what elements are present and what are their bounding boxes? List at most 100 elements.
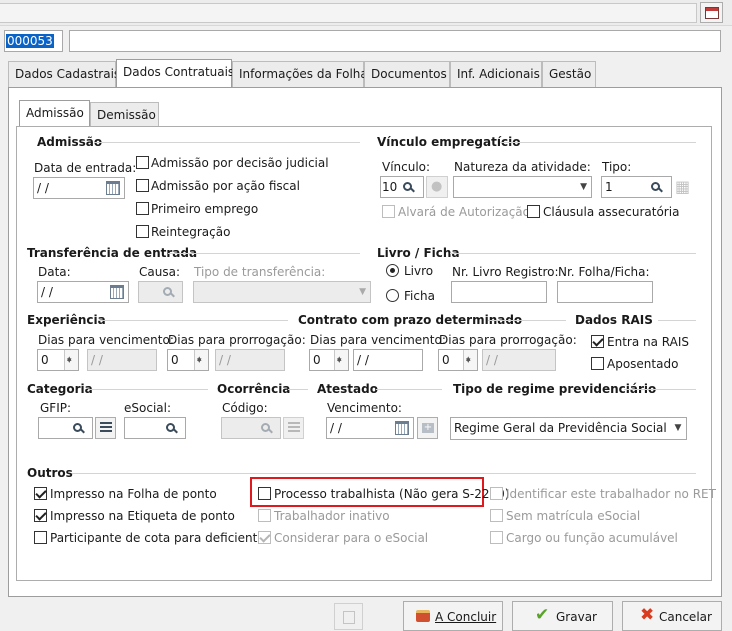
vinculo-field[interactable]: 10	[380, 176, 424, 198]
categoria-divider	[88, 389, 208, 390]
identificar-ret-checkbox[interactable]	[490, 487, 503, 500]
trabalhador-inativo-label: Trabalhador inativo	[274, 509, 390, 523]
concluir-button[interactable]: A Concluir	[403, 601, 503, 631]
stepper-arrows[interactable]	[334, 350, 348, 370]
concluir-label: A Concluir	[435, 610, 497, 624]
employee-code-field[interactable]: 000053	[4, 30, 63, 52]
vinculo-add-button[interactable]: ●	[426, 176, 448, 198]
search-icon[interactable]	[403, 182, 412, 191]
trabalhador-inativo-checkbox[interactable]	[258, 509, 271, 522]
ficha-radio[interactable]	[386, 289, 399, 302]
stepper-arrows[interactable]	[194, 350, 208, 370]
clausula-checkbox[interactable]	[527, 205, 540, 218]
codigo-list-button[interactable]	[283, 417, 304, 439]
calendar-icon[interactable]	[106, 181, 120, 195]
tipo-value: 1	[605, 180, 613, 194]
search-icon[interactable]	[166, 423, 175, 432]
considerar-esocial-label: Considerar para o eSocial	[274, 531, 429, 545]
copy-button[interactable]	[334, 603, 363, 630]
tipo-transferencia-dropdown[interactable]: ▼	[193, 281, 371, 303]
stepper-arrows[interactable]	[463, 350, 477, 370]
causa-field[interactable]	[138, 281, 183, 303]
sem-matricula-checkbox[interactable]	[490, 509, 503, 522]
close-icon: ✖	[640, 605, 655, 625]
data-entrada-field[interactable]: / /	[33, 177, 125, 199]
top-bar-field[interactable]	[0, 3, 697, 23]
atestado-add-button[interactable]: +	[417, 417, 438, 439]
printer-icon	[416, 610, 430, 622]
gfip-field[interactable]	[38, 417, 93, 439]
considerar-esocial-checkbox[interactable]	[258, 531, 271, 544]
ocorrencia-section-title: Ocorrência	[217, 382, 291, 396]
data-entrada-value: / /	[37, 181, 49, 195]
stepper-arrows[interactable]	[64, 350, 78, 370]
esocial-field[interactable]	[124, 417, 186, 439]
alvara-label: Alvará de Autorização	[398, 205, 530, 219]
regime-dropdown[interactable]: Regime Geral da Previdência Social (RGP …	[450, 417, 687, 440]
atestado-venc-field[interactable]: / /	[326, 417, 414, 439]
contrato-divider	[488, 320, 566, 321]
regime-divider	[624, 389, 696, 390]
sem-matricula-label: Sem matrícula eSocial	[506, 509, 641, 523]
search-icon[interactable]	[651, 182, 660, 191]
outros-divider	[72, 473, 696, 474]
add-icon: +	[422, 422, 434, 433]
tab-gestao[interactable]: Gestão	[542, 61, 596, 87]
alvara-checkbox[interactable]	[382, 205, 395, 218]
exp-prorr-days[interactable]: 0	[167, 349, 209, 371]
transferencia-data-field[interactable]: / /	[37, 281, 129, 303]
calendar-icon[interactable]	[395, 421, 409, 435]
impresso-etiqueta-checkbox[interactable]	[34, 509, 47, 522]
contrato-venc-days[interactable]: 0	[309, 349, 349, 371]
subtab-admissao[interactable]: Admissão	[19, 100, 90, 127]
tab-dados-contratuais[interactable]: Dados Contratuais	[116, 59, 234, 88]
entra-rais-checkbox[interactable]	[591, 335, 604, 348]
codigo-field[interactable]	[221, 417, 281, 439]
tab-documentos[interactable]: Documentos	[364, 61, 450, 87]
cota-deficientes-label: Participante de cota para deficientes	[50, 531, 271, 545]
experiencia-divider	[98, 320, 288, 321]
subtab-demissao[interactable]: Demissão	[90, 102, 159, 127]
exp-venc-date: / /	[87, 349, 157, 371]
gfip-list-button[interactable]	[95, 417, 116, 439]
tab-dados-cadastrais[interactable]: Dados Cadastrais	[8, 61, 120, 87]
admissao-fiscal-checkbox[interactable]	[136, 179, 149, 192]
contrato-prorr-label: Dias para prorrogação:	[439, 333, 577, 347]
nr-folha-field[interactable]	[557, 281, 653, 303]
causa-label: Causa:	[139, 265, 180, 279]
livro-radio-label: Livro	[404, 264, 434, 278]
cota-deficientes-checkbox[interactable]	[34, 531, 47, 544]
exp-venc-days[interactable]: 0	[37, 349, 79, 371]
contrato-prorr-days[interactable]: 0	[438, 349, 478, 371]
tipo-add-icon[interactable]: ▦	[675, 178, 693, 196]
reintegracao-checkbox[interactable]	[136, 225, 149, 238]
cancelar-button[interactable]: ✖ Cancelar	[622, 601, 722, 631]
search-icon[interactable]	[73, 423, 82, 432]
gravar-button[interactable]: ✔ Gravar	[512, 601, 613, 631]
tab-inf-adicionais[interactable]: Inf. Adicionais	[450, 61, 542, 87]
calendar-icon[interactable]	[110, 285, 124, 299]
natureza-dropdown[interactable]: ▼	[453, 176, 592, 198]
impresso-folha-checkbox[interactable]	[34, 487, 47, 500]
contrato-venc-date[interactable]: / /	[353, 349, 423, 371]
primeiro-emprego-checkbox[interactable]	[136, 202, 149, 215]
atestado-venc-label: Vencimento:	[327, 401, 402, 415]
tipo-field[interactable]: 1	[601, 176, 672, 198]
admissao-divider	[94, 142, 360, 143]
cargo-acumulavel-checkbox[interactable]	[490, 531, 503, 544]
livro-radio[interactable]	[386, 264, 399, 277]
outros-section-title: Outros	[27, 466, 73, 480]
processo-trabalhista-checkbox[interactable]	[258, 487, 271, 500]
admissao-judicial-checkbox[interactable]	[136, 156, 149, 169]
entra-rais-label: Entra na RAIS	[607, 335, 689, 349]
aposentado-checkbox[interactable]	[591, 357, 604, 370]
aposentado-label: Aposentado	[607, 357, 679, 371]
contrato-venc-date-value: / /	[357, 353, 369, 367]
employee-name-field[interactable]	[69, 30, 721, 52]
nr-folha-label: Nr. Folha/Ficha:	[558, 265, 650, 279]
window-layout-button[interactable]	[700, 2, 723, 23]
tab-informacoes-folha[interactable]: Informações da Folha	[232, 61, 368, 87]
categoria-section-title: Categoria	[27, 382, 93, 396]
nr-livro-field[interactable]	[451, 281, 547, 303]
gravar-label: Gravar	[556, 610, 597, 624]
